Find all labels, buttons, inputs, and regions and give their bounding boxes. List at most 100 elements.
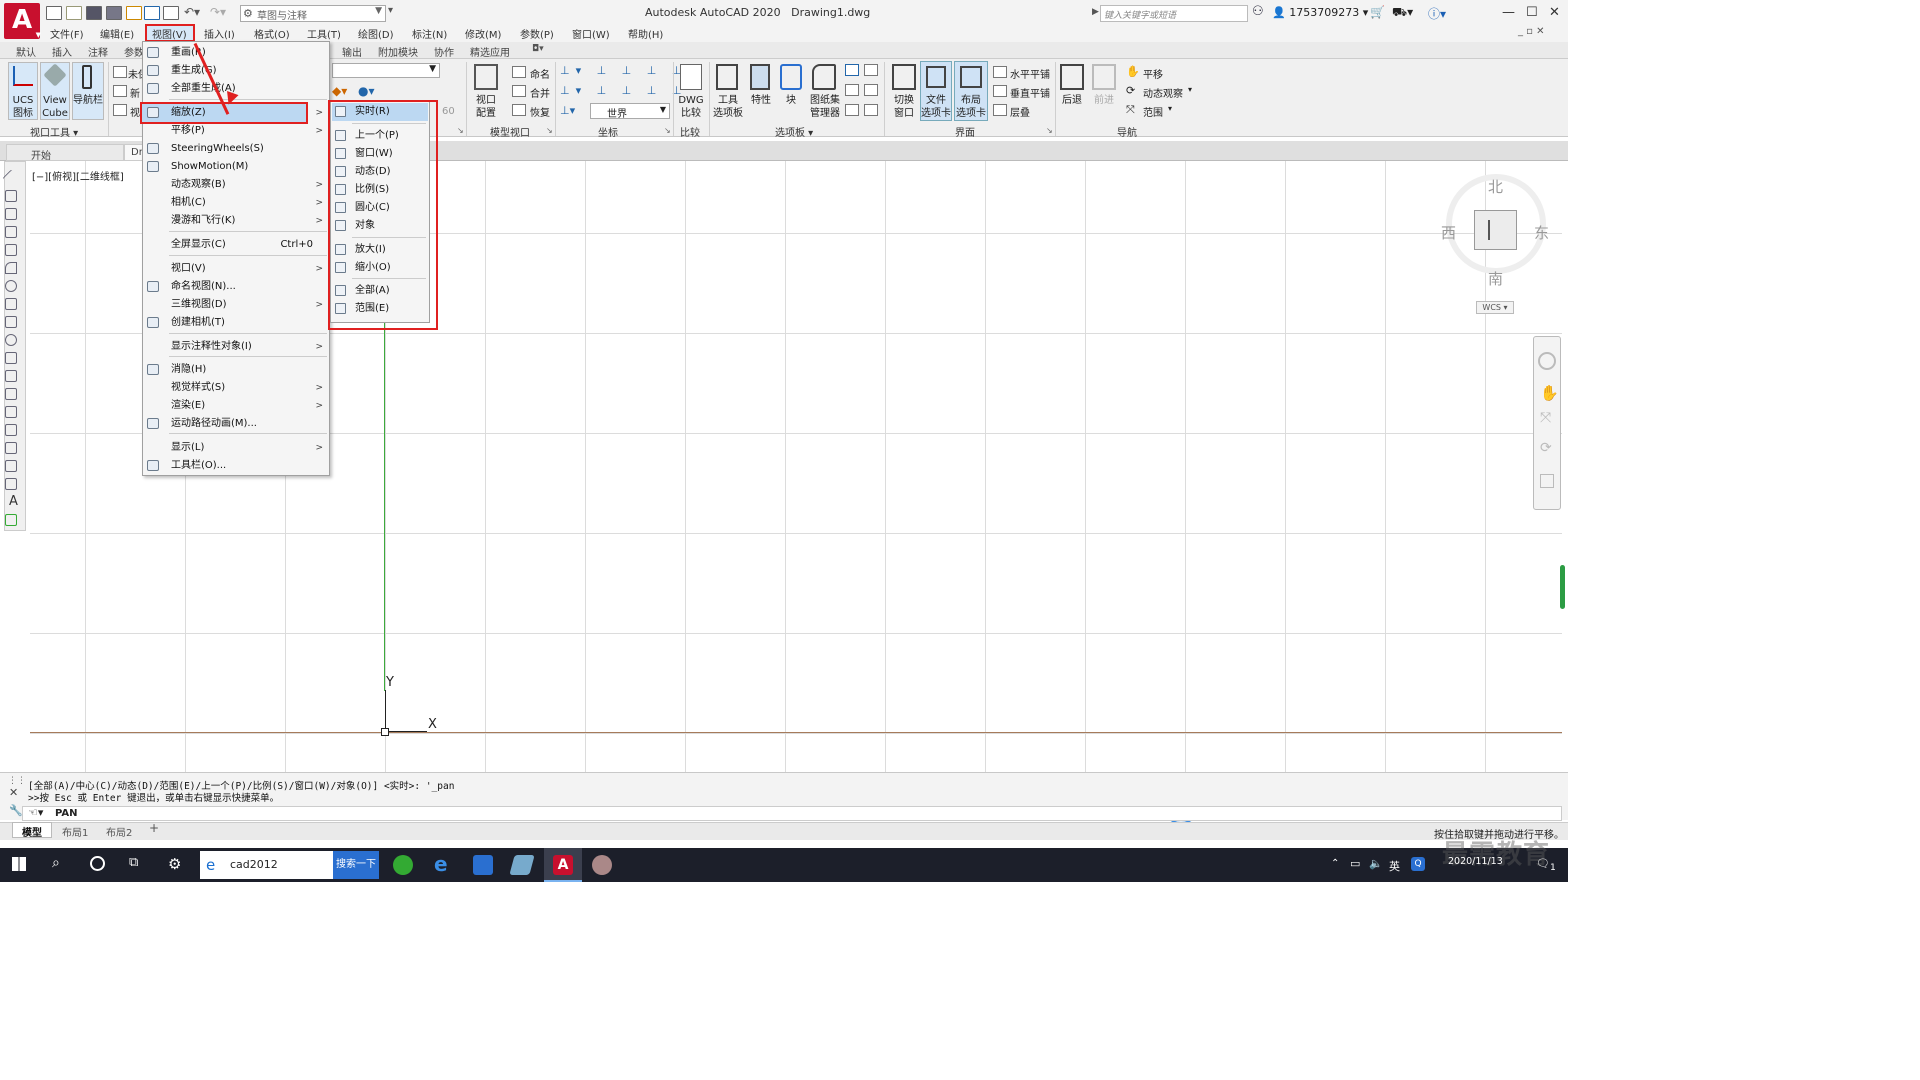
maximize-icon[interactable]: ☐ (1526, 5, 1538, 20)
ime-indicator[interactable]: 英 (1389, 858, 1400, 874)
ucs-tools-row1[interactable]: ⊥▾ ⊥ ⊥ ⊥ ⊥ (560, 64, 687, 77)
help-icon[interactable]: ⓘ▾ (1428, 5, 1446, 22)
ribbon-tab-insert[interactable]: 插入 (52, 44, 72, 59)
polyline-icon[interactable] (5, 208, 17, 220)
ucs-tools-row3[interactable]: ⊥▾ (560, 104, 575, 117)
view-menu-item-9[interactable]: 漫游和飞行(K) > (143, 212, 329, 230)
palette-icon-2[interactable] (864, 64, 878, 76)
qq-icon[interactable]: Q (1411, 857, 1425, 871)
ellipse-icon[interactable] (5, 334, 17, 346)
web-mobile-icon[interactable] (126, 6, 142, 20)
menu-help[interactable]: 帮助(H) (628, 26, 663, 41)
view-menu-item-8[interactable]: 相机(C) > (143, 194, 329, 212)
app-icon[interactable]: ⚙ (168, 855, 181, 873)
undo-icon[interactable]: ↶▾ (184, 5, 200, 19)
view-menu-item-6[interactable]: ShowMotion(M) (143, 158, 329, 176)
command-grip-icon[interactable]: ⋮⋮ (8, 776, 26, 786)
wrench-icon[interactable]: 🔧 (9, 804, 23, 817)
menu-window[interactable]: 窗口(W) (572, 26, 610, 41)
notification-icon[interactable]: 🗨1 (1536, 857, 1556, 873)
view-menu-item-21[interactable]: 工具栏(O)... (143, 457, 329, 475)
taskbar-search-button[interactable]: 搜索一下 (333, 851, 379, 879)
render-preset-icon[interactable]: ◆▾ (332, 84, 347, 98)
palette-icon-6[interactable] (864, 104, 878, 116)
edge-browser-icon[interactable]: e (434, 852, 448, 876)
view-menu-item-0[interactable]: 重画(R) (143, 44, 329, 62)
back-button[interactable]: 后退 (1058, 94, 1086, 107)
minimize-icon[interactable]: — (1502, 5, 1515, 20)
tool-palettes-button[interactable]: 工具 选项板 (710, 94, 746, 120)
view-menu-item-14[interactable]: 创建相机(T) (143, 314, 329, 332)
steeringwheel-icon[interactable] (1538, 352, 1556, 370)
zoom-menu-item-0[interactable]: 实时(R) (331, 103, 429, 121)
search-icon[interactable]: ⌕ (52, 855, 60, 871)
compass-west[interactable]: 西 (1441, 222, 1456, 243)
cortana-icon[interactable] (90, 856, 105, 871)
wcs-dropdown[interactable]: WCS ▾ (1476, 301, 1514, 314)
menu-parametric[interactable]: 参数(P) (520, 26, 554, 41)
switch-windows-button[interactable]: 切换 窗口 (888, 94, 920, 120)
menu-edit[interactable]: 编辑(E) (100, 26, 134, 41)
open-file-icon[interactable] (66, 6, 82, 20)
hatch-icon[interactable] (5, 424, 17, 436)
view-menu-item-20[interactable]: 显示(L) > (143, 439, 329, 457)
share-icon[interactable] (144, 6, 160, 20)
pan-button[interactable]: 平移 (1143, 66, 1163, 81)
model-tab[interactable]: 模型 (22, 824, 42, 839)
ribbon-tab-parametric[interactable]: 参数 (124, 44, 144, 59)
zoom-menu-item-10[interactable]: 范围(E) (331, 300, 429, 318)
taskbar-search-input[interactable]: e cad2012 (200, 851, 333, 879)
ucs-world-dropdown[interactable]: 世界 ▼ (590, 103, 670, 120)
network-icon[interactable]: ▭ (1350, 857, 1360, 870)
expand-arrow-icon[interactable]: ▶ (1092, 7, 1099, 17)
add-selected-icon[interactable] (5, 514, 17, 526)
user-account[interactable]: 👤 1753709273 ▾ (1272, 6, 1368, 19)
insert-block-icon[interactable] (5, 370, 17, 382)
save-as-icon[interactable] (106, 6, 122, 20)
cart-icon[interactable]: 🛒 (1370, 5, 1385, 19)
add-layout-tab[interactable]: + (149, 821, 159, 835)
tile-horizontal-button[interactable]: 水平平铺 (1010, 66, 1050, 81)
layout2-tab[interactable]: 布局2 (106, 824, 132, 839)
properties-button[interactable]: 特性 (748, 94, 774, 107)
avatar-app-icon[interactable] (592, 855, 612, 875)
panel-launcher-icon[interactable]: ↘ (1046, 126, 1053, 135)
palette-icon-4[interactable] (864, 84, 878, 96)
view-menu-item-16[interactable]: 消隐(H) (143, 361, 329, 379)
save-icon[interactable] (86, 6, 102, 20)
visual-style-dropdown[interactable]: ▼ (332, 63, 440, 78)
spline-icon[interactable] (5, 316, 17, 328)
arc-icon[interactable] (5, 262, 17, 274)
menu-draw[interactable]: 绘图(D) (358, 26, 394, 41)
view-menu-item-4[interactable]: 平移(P) > (143, 122, 329, 140)
sheet-set-manager-button[interactable]: 图纸集 管理器 (806, 94, 844, 120)
application-menu-button[interactable]: A ▼ (4, 3, 41, 39)
scroll-indicator[interactable] (1560, 565, 1565, 609)
layout1-tab[interactable]: 布局1 (62, 824, 88, 839)
zoom-menu-item-4[interactable]: 比例(S) (331, 181, 429, 199)
zoom-menu-item-5[interactable]: 圆心(C) (331, 199, 429, 217)
gradient-icon[interactable] (5, 442, 17, 454)
region-icon[interactable] (5, 460, 17, 472)
zoom-menu-item-7[interactable]: 放大(I) (331, 241, 429, 259)
browser-360-icon[interactable] (393, 855, 413, 875)
table-icon[interactable] (5, 478, 17, 490)
autodesk-account-icon[interactable]: ⛟▾ (1392, 5, 1413, 21)
customize-qat-icon[interactable]: ▾ (388, 5, 393, 16)
dwg-compare-button[interactable]: DWG 比较 (674, 94, 708, 120)
plot-icon[interactable] (163, 6, 179, 20)
workspace-dropdown[interactable]: ⚙ 草图与注释 ▼ (240, 5, 386, 22)
menu-dimension[interactable]: 标注(N) (412, 26, 447, 41)
system-clock[interactable]: 2020/11/13 (1448, 856, 1503, 868)
new-view-button[interactable]: 新 (130, 85, 140, 100)
palette-icon-3[interactable] (845, 84, 859, 96)
construction-line-icon[interactable] (5, 190, 17, 202)
circle-icon[interactable] (5, 280, 17, 292)
zoom-menu-item-1[interactable]: 上一个(P) (331, 127, 429, 145)
view-menu-item-5[interactable]: SteeringWheels(S) (143, 140, 329, 158)
ribbon-tab-addins[interactable]: 附加模块 (378, 44, 418, 59)
panel-launcher-icon[interactable]: ↘ (664, 126, 671, 135)
zoom-menu-item-8[interactable]: 缩小(O) (331, 259, 429, 277)
view-menu-item-3[interactable]: 缩放(Z) > (143, 104, 329, 122)
view-manager-button[interactable]: 视 (130, 104, 140, 119)
